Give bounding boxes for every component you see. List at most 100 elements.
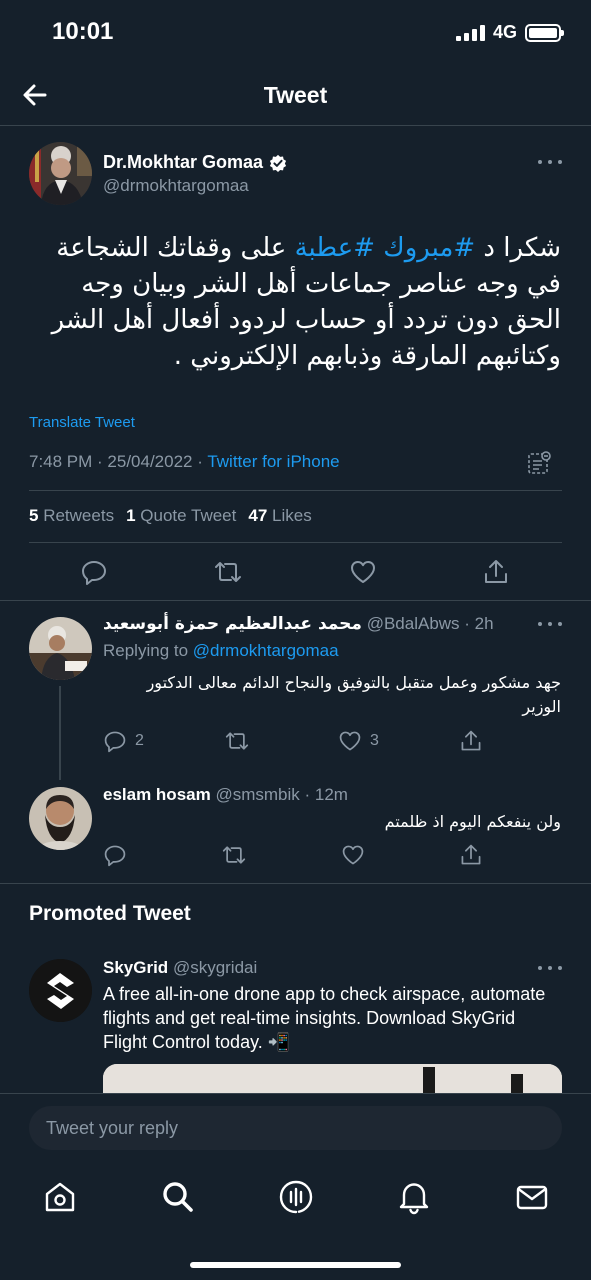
- promo-author-name: SkyGrid: [103, 958, 169, 977]
- retweets-stat[interactable]: 5 Retweets: [29, 506, 114, 526]
- share-button[interactable]: [482, 558, 510, 586]
- retweet-icon: [222, 846, 246, 864]
- home-icon: [45, 1182, 75, 1212]
- notifications-icon: [399, 1183, 429, 1215]
- reply-button[interactable]: [103, 843, 127, 867]
- share-icon: [484, 560, 507, 583]
- status-time: 10:01: [52, 18, 114, 45]
- tweet-text: شكرا د #مبروك #عطبة على وقفاتك الشجاعة ف…: [21, 230, 561, 374]
- home-indicator: [190, 1262, 401, 1268]
- reply-author-handle: @BdalAbws: [366, 614, 460, 633]
- more-options-icon[interactable]: [538, 157, 562, 167]
- reply-author-name: محمد عبدالعظيم حمزة أبوسعيد: [103, 614, 362, 634]
- signal-icon: [455, 24, 485, 41]
- reply-input[interactable]: Tweet your reply: [29, 1106, 562, 1150]
- hashtag-link[interactable]: #مبروك: [383, 233, 475, 263]
- tab-notifications[interactable]: [396, 1179, 432, 1215]
- reply-button[interactable]: 2: [103, 729, 144, 753]
- divider: [29, 542, 562, 543]
- promo-author-handle: @skygridai: [172, 958, 258, 977]
- engagement-stats: 5 Retweets 1 Quote Tweet 47 Likes: [29, 506, 312, 526]
- reply-avatar[interactable]: [29, 787, 92, 850]
- reply-button[interactable]: [80, 558, 108, 586]
- like-button[interactable]: [349, 558, 377, 586]
- more-options-icon[interactable]: [538, 619, 562, 629]
- tweet-text-before: شكرا د: [475, 233, 561, 263]
- share-button[interactable]: [459, 729, 483, 753]
- thread-line: [59, 686, 61, 780]
- hashtag-link[interactable]: #عطبة: [295, 233, 375, 263]
- messages-icon: [516, 1185, 548, 1210]
- retweet-icon: [225, 732, 249, 750]
- tab-spaces[interactable]: [278, 1179, 314, 1215]
- tweet-time: 7:48 PM: [29, 452, 93, 471]
- page-title: Tweet: [263, 82, 328, 108]
- tab-messages[interactable]: [514, 1179, 550, 1215]
- share-icon: [461, 730, 481, 751]
- promo-image: [103, 1064, 562, 1094]
- meta-separator: ·: [192, 452, 208, 471]
- nav-header: Tweet: [0, 64, 591, 126]
- status-bar: 10:01 4G: [0, 0, 591, 64]
- meta-separator: ·: [92, 452, 108, 471]
- reply-author-handle: @smsmbik: [215, 785, 300, 804]
- promo-media[interactable]: [103, 1064, 562, 1094]
- divider: [0, 600, 591, 601]
- reply-actions: 2 3: [103, 728, 483, 754]
- analytics-icon[interactable]: [527, 450, 553, 481]
- reply-actions: [103, 842, 483, 868]
- divider: [0, 883, 591, 884]
- spaces-icon: [279, 1180, 313, 1214]
- reply-icon: [82, 561, 106, 585]
- skygrid-logo: [29, 959, 92, 1022]
- share-button[interactable]: [459, 843, 483, 867]
- tab-home[interactable]: [42, 1179, 78, 1215]
- reply-composer: Tweet your reply: [0, 1093, 591, 1163]
- reply-name-row[interactable]: محمد عبدالعظيم حمزة أبوسعيد @BdalAbws · …: [103, 614, 494, 634]
- reply-count: 2: [135, 732, 144, 749]
- promo-name-row[interactable]: SkyGrid @skygridai: [103, 958, 257, 978]
- quotes-stat[interactable]: 1 Quote Tweet: [126, 506, 236, 526]
- more-options-icon[interactable]: [538, 963, 562, 973]
- author-photo: [29, 142, 92, 205]
- reply-name-row[interactable]: eslam hosam @smsmbik · 12m: [103, 785, 348, 805]
- heart-icon: [350, 561, 375, 583]
- author-name: Dr.Mokhtar Gomaa: [103, 152, 264, 172]
- reply-text: ولن ينفعكم اليوم اذ ظلمتم: [384, 812, 561, 831]
- tab-search[interactable]: [160, 1179, 196, 1215]
- reply-text: جهد مشكور وعمل متقبل بالتوفيق والنجاح ال…: [146, 673, 561, 716]
- verified-badge-icon: [269, 154, 287, 172]
- battery-icon: [525, 23, 564, 42]
- replying-to: Replying to @drmokhtargomaa: [103, 641, 339, 661]
- author-avatar[interactable]: [29, 142, 92, 205]
- search-icon: [163, 1182, 193, 1212]
- promo-text: A free all-in-one drone app to check air…: [103, 984, 546, 1052]
- reply-avatar[interactable]: [29, 617, 92, 680]
- tweet-actions: [80, 556, 510, 588]
- retweet-button[interactable]: [221, 843, 247, 867]
- mention-link[interactable]: @drmokhtargomaa: [193, 641, 339, 660]
- author-name-row[interactable]: Dr.Mokhtar Gomaa: [103, 152, 287, 173]
- divider: [29, 490, 562, 491]
- share-icon: [461, 844, 481, 865]
- retweet-button[interactable]: [213, 558, 243, 586]
- replying-prefix: Replying to: [103, 641, 193, 660]
- like-button[interactable]: [341, 843, 365, 867]
- reply-age: · 12m: [299, 785, 348, 804]
- reply-author-name: eslam hosam: [103, 785, 211, 804]
- tweet-source-link[interactable]: Twitter for iPhone: [207, 452, 339, 471]
- likes-stat[interactable]: 47 Likes: [248, 506, 311, 526]
- tweet-date: 25/04/2022: [107, 452, 193, 471]
- retweet-button[interactable]: [224, 729, 258, 753]
- reply-avatar-photo: [29, 617, 92, 680]
- reply-icon: [104, 845, 126, 867]
- author-handle[interactable]: @drmokhtargomaa: [103, 176, 249, 196]
- heart-icon: [342, 845, 364, 865]
- promo-avatar[interactable]: [29, 959, 92, 1022]
- heart-icon: [339, 731, 361, 751]
- network-label: 4G: [492, 22, 517, 42]
- translate-tweet-link[interactable]: Translate Tweet: [29, 414, 135, 431]
- reply-age: · 2h: [459, 614, 494, 633]
- retweet-icon: [215, 562, 242, 582]
- like-button[interactable]: 3: [338, 729, 379, 753]
